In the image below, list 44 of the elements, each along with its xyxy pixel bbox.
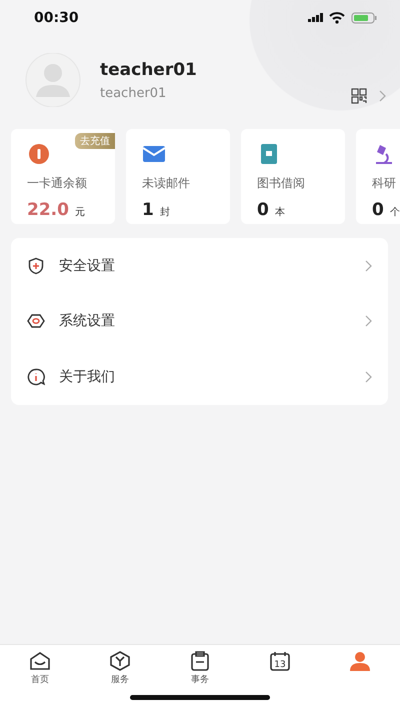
shield-icon xyxy=(27,256,45,275)
card-unit: 封 xyxy=(160,206,170,219)
envelope-icon xyxy=(29,651,51,671)
card-unit: 元 xyxy=(74,206,85,219)
tab[interactable]: 13 xyxy=(240,645,320,695)
signal-icon xyxy=(308,13,323,22)
tab[interactable]: 服务 xyxy=(80,645,160,695)
coin-icon xyxy=(27,143,51,165)
tab[interactable]: 首页 xyxy=(0,645,80,695)
clipboard-icon xyxy=(189,651,211,671)
user-name: teacher01 xyxy=(100,60,198,80)
menu-item[interactable]: 关于我们 xyxy=(11,349,388,404)
menu-item[interactable]: 系统设置 xyxy=(11,294,388,349)
card-unit: 本 xyxy=(274,206,285,219)
menu-item[interactable]: 安全设置 xyxy=(11,238,388,294)
calendar-icon: 13 xyxy=(269,651,291,671)
chevron-icon xyxy=(365,315,372,328)
stat-card[interactable]: 图书借阅 0 本 xyxy=(241,129,345,224)
card-value: 22.0 xyxy=(27,200,69,220)
card-value: 0 xyxy=(257,200,269,220)
battery-icon xyxy=(352,12,376,24)
stat-card[interactable]: 去充值 一卡通余额 22.0 元 xyxy=(11,129,115,224)
chevron-icon xyxy=(365,260,372,272)
person-icon xyxy=(349,651,371,671)
stat-card[interactable]: 未读邮件 1 封 xyxy=(126,129,230,224)
card-label: 未读邮件 xyxy=(142,175,191,192)
stat-card[interactable]: 科研 0 个 xyxy=(356,129,400,224)
chevron-icon xyxy=(365,370,372,383)
card-label: 科研 xyxy=(372,175,397,192)
qr-code-icon[interactable] xyxy=(351,88,367,104)
status-time: 00:30 xyxy=(34,10,79,26)
info-icon xyxy=(27,368,45,386)
user-account: teacher01 xyxy=(100,86,168,100)
cube-icon xyxy=(109,651,131,671)
chevron-icon xyxy=(379,90,386,102)
card-unit: 个 xyxy=(390,206,400,219)
card-label: 一卡通余额 xyxy=(27,175,88,192)
wifi-icon xyxy=(329,12,345,24)
card-label: 图书借阅 xyxy=(257,175,306,192)
card-value: 0 xyxy=(372,200,384,220)
card-value: 1 xyxy=(142,200,154,220)
envelope-icon xyxy=(142,143,166,165)
hexagon-icon xyxy=(27,312,45,330)
tab[interactable]: 事务 xyxy=(160,645,240,695)
